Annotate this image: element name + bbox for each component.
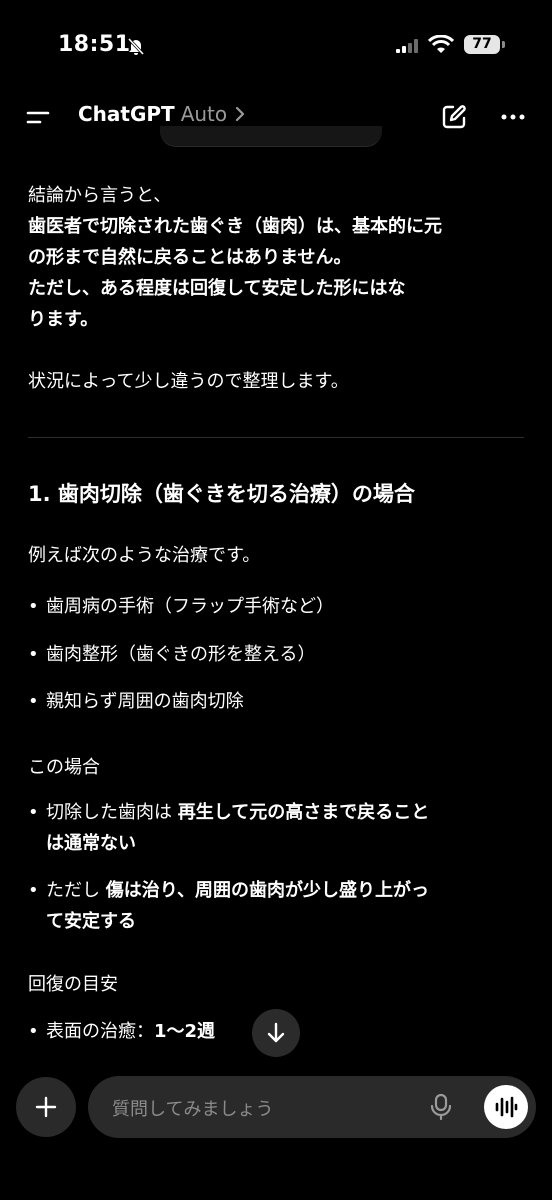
case-item-bold: 傷は治り、周囲の歯肉が少し盛り上がっ [105,880,430,901]
input-placeholder: 質問してみましょう [112,1099,274,1120]
menu-icon[interactable] [26,104,52,130]
list-item-text: 歯周病の手術（フラップ手術など） [46,596,334,617]
list-item: • ただし 傷は治り、周囲の歯肉が少し盛り上がっ て安定する [28,880,430,932]
arrow-down-icon [267,1022,285,1043]
organize-text: 状況によって少し違うので整理します。 [28,371,349,392]
battery-tip [502,41,505,48]
list-item: • 歯周病の手術（フラップ手術など） [28,596,334,617]
voice-mode-button[interactable] [484,1085,528,1129]
list-item: • 切除した歯肉は 再生して元の高さまで戻ること は通常ない [28,802,430,854]
list-item: • 親知らず周囲の歯肉切除 [28,691,244,712]
case-item-bold: 再生して元の高さまで戻ること [177,802,430,823]
new-chat-icon[interactable] [440,103,468,135]
scroll-to-bottom-button[interactable] [252,1009,300,1057]
section-heading: 1. 歯肉切除（歯ぐきを切る治療）の場合 [28,482,415,506]
case-item-bold: は通常ない [46,833,136,854]
examples-intro: 例えば次のような治療です。 [28,545,261,566]
attach-button[interactable] [16,1077,76,1137]
case-item-bold: て安定する [46,911,136,932]
app-title: ChatGPT [78,102,175,126]
microphone-icon[interactable] [430,1093,452,1125]
conclusion-line-1: 歯医者で切除された歯ぐき（歯肉）は、基本的に元 [28,216,442,237]
conclusion-line-2: の形まで自然に戻ることはありません。 [28,247,352,268]
plus-icon [35,1096,57,1118]
previous-message-bubble [160,126,382,147]
list-item-text: 歯肉整形（歯ぐきの形を整える） [46,644,316,665]
message-intro: 結論から言うと、 [28,185,172,206]
cellular-signal-icon [396,38,420,57]
message-input[interactable]: 質問してみましょう [88,1076,536,1138]
model-name: Auto [180,102,228,126]
case-item-prefix: 切除した歯肉は [46,802,178,823]
section-divider [28,437,524,438]
model-selector[interactable]: ChatGPT Auto [78,102,246,126]
case-label: この場合 [28,757,100,778]
wifi-icon [427,34,455,59]
case-item-prefix: ただし [46,880,106,901]
voice-mode-icon [495,1096,518,1118]
more-icon[interactable] [500,104,526,134]
note-line-2: ります。 [28,309,99,330]
list-item: • 歯肉整形（歯ぐきの形を整える） [28,644,316,665]
status-time: 18:51 [58,32,131,57]
recovery-item-prefix: 表面の治癒： [46,1021,154,1042]
assistant-message: 結論から言うと、 歯医者で切除された歯ぐき（歯肉）は、基本的に元 の形まで自然に… [28,180,528,397]
chevron-right-icon [234,102,246,126]
recovery-item-value: 1〜2週 [154,1021,216,1042]
status-bar: 18:51 77 [0,0,552,90]
battery-indicator: 77 [464,35,500,54]
recovery-label: 回復の目安 [28,974,118,995]
list-item-text: 親知らず周囲の歯肉切除 [46,691,244,712]
note-line-1: ただし、ある程度は回復して安定した形にはな [28,278,406,299]
bell-slash-icon [126,36,146,60]
